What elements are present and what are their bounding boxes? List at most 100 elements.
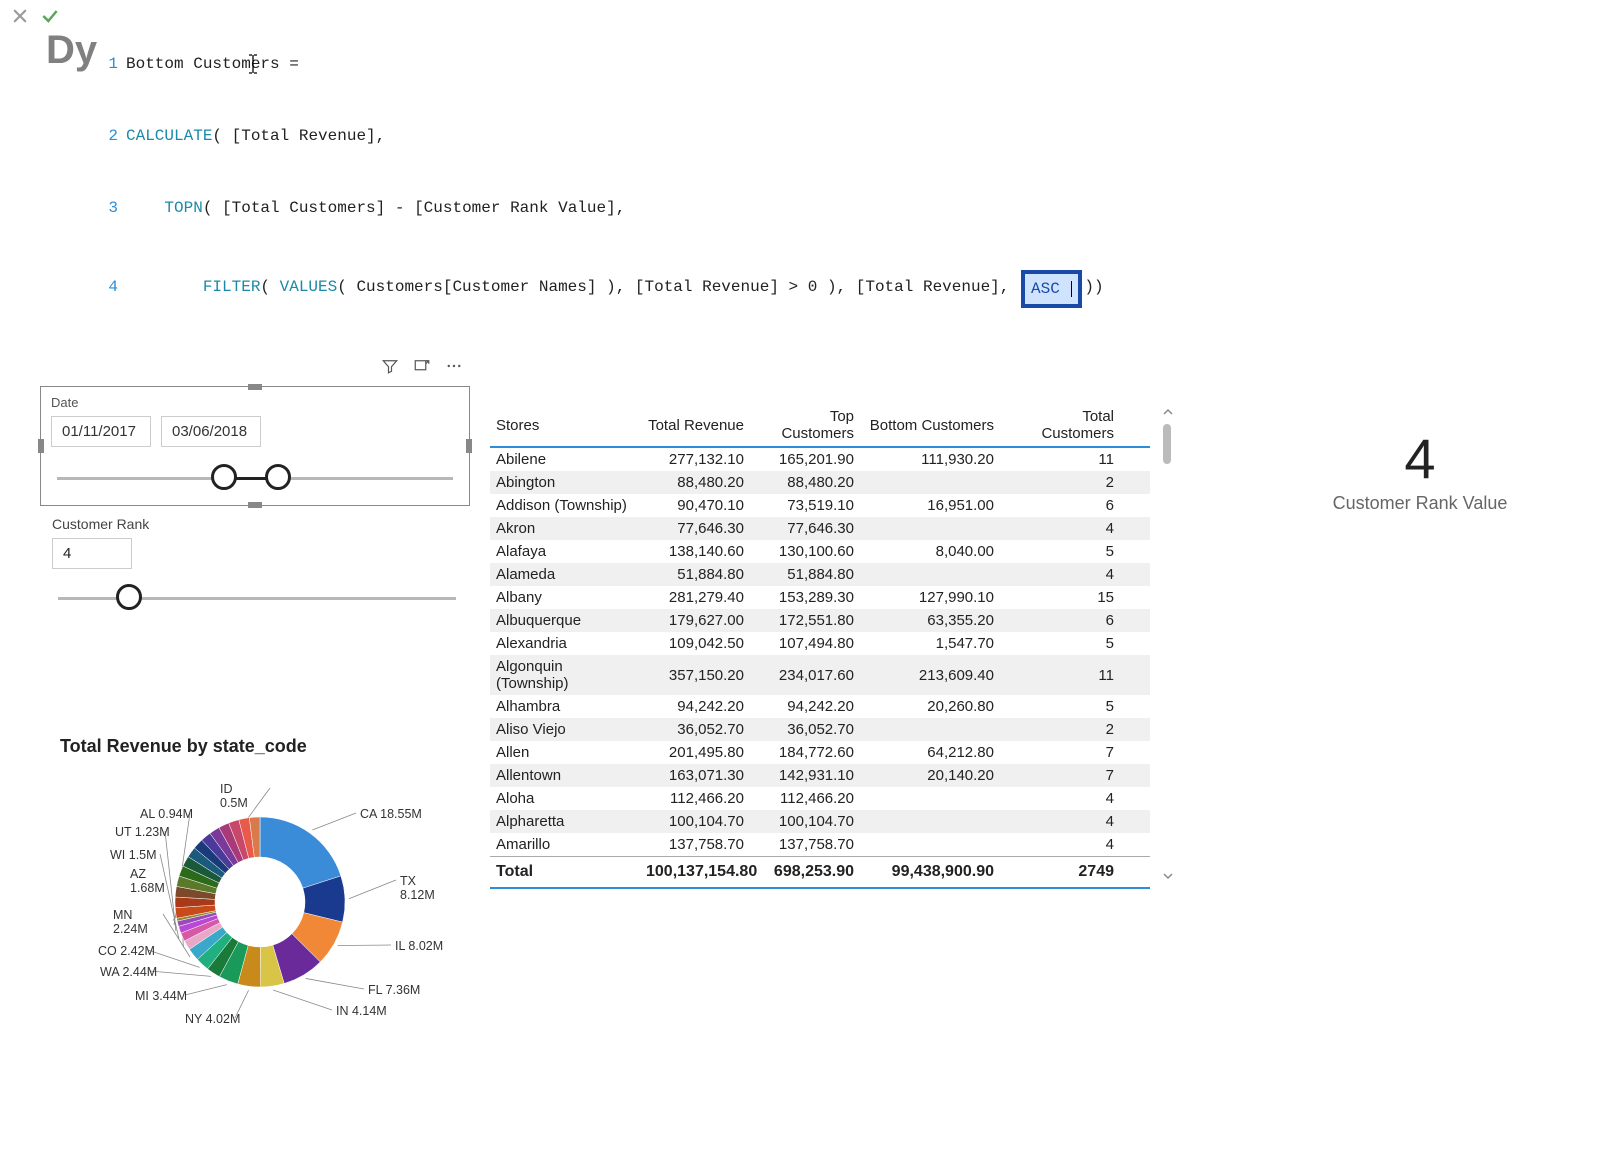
table-cell bbox=[860, 842, 1000, 848]
table-cell: Algonquin (Township) bbox=[490, 655, 640, 695]
rank-slider-handle[interactable] bbox=[116, 584, 142, 610]
table-cell: 6 bbox=[1000, 494, 1120, 517]
filter-icon[interactable] bbox=[381, 357, 399, 378]
date-from-input[interactable]: 01/11/2017 bbox=[51, 416, 151, 447]
table-cell: 184,772.60 bbox=[750, 741, 860, 764]
chart-title: Total Revenue by state_code bbox=[60, 736, 480, 757]
donut-chart-svg[interactable] bbox=[60, 767, 450, 1037]
table-row[interactable]: Algonquin (Township)357,150.20234,017.60… bbox=[490, 655, 1150, 695]
table-cell: 5 bbox=[1000, 540, 1120, 563]
table-cell: 94,242.20 bbox=[640, 695, 750, 718]
table-cell bbox=[860, 526, 1000, 532]
table-cell: Alhambra bbox=[490, 695, 640, 718]
table-total-cell: 100,137,154.80 bbox=[640, 857, 750, 887]
table-cell: 163,071.30 bbox=[640, 764, 750, 787]
table-header-row: StoresTotal RevenueTop CustomersBottom C… bbox=[490, 404, 1150, 448]
table-cell: 15 bbox=[1000, 586, 1120, 609]
table-cell: 277,132.10 bbox=[640, 448, 750, 471]
table-row[interactable]: Addison (Township)90,470.1073,519.1016,9… bbox=[490, 494, 1150, 517]
table-row[interactable]: Albuquerque179,627.00172,551.8063,355.20… bbox=[490, 609, 1150, 632]
table-cell: Allentown bbox=[490, 764, 640, 787]
more-options-icon[interactable] bbox=[445, 357, 463, 378]
table-cell bbox=[860, 480, 1000, 486]
table-cell: 112,466.20 bbox=[640, 787, 750, 810]
rank-slider[interactable] bbox=[52, 581, 462, 621]
table-row[interactable]: Allentown163,071.30142,931.1020,140.207 bbox=[490, 764, 1150, 787]
table-scrollbar[interactable] bbox=[1160, 404, 1176, 884]
table-row[interactable]: Alexandria109,042.50107,494.801,547.705 bbox=[490, 632, 1150, 655]
table-cell: 107,494.80 bbox=[750, 632, 860, 655]
table-row[interactable]: Amarillo137,758.70137,758.704 bbox=[490, 833, 1150, 856]
table-cell: 64,212.80 bbox=[860, 741, 1000, 764]
table-cell bbox=[860, 819, 1000, 825]
table-cell bbox=[860, 796, 1000, 802]
table-cell: Abilene bbox=[490, 448, 640, 471]
slider-handle-to[interactable] bbox=[265, 464, 291, 490]
table-cell: 100,104.70 bbox=[750, 810, 860, 833]
table-row[interactable]: Allen201,495.80184,772.6064,212.807 bbox=[490, 741, 1150, 764]
scroll-up-icon[interactable] bbox=[1160, 404, 1176, 420]
table-row[interactable]: Abington88,480.2088,480.202 bbox=[490, 471, 1150, 494]
table-row[interactable]: Albany281,279.40153,289.30127,990.1015 bbox=[490, 586, 1150, 609]
scrollbar-thumb[interactable] bbox=[1163, 424, 1171, 464]
table-cell: 77,646.30 bbox=[640, 517, 750, 540]
table-cell: 213,609.40 bbox=[860, 664, 1000, 687]
table-cell: Akron bbox=[490, 517, 640, 540]
table-cell: 7 bbox=[1000, 741, 1120, 764]
focus-mode-icon[interactable] bbox=[413, 357, 431, 378]
table-header-cell[interactable]: Stores bbox=[490, 413, 640, 438]
table-cell: 127,990.10 bbox=[860, 586, 1000, 609]
table-cell: 165,201.90 bbox=[750, 448, 860, 471]
table-row[interactable]: Abilene277,132.10165,201.90111,930.2011 bbox=[490, 448, 1150, 471]
cancel-formula-icon[interactable] bbox=[10, 6, 30, 29]
customer-rank-slicer[interactable]: Customer Rank 4 bbox=[52, 516, 462, 621]
stores-table[interactable]: StoresTotal RevenueTop CustomersBottom C… bbox=[490, 404, 1150, 889]
table-cell: 4 bbox=[1000, 833, 1120, 856]
formula-bar: Dy 1Bottom Customers = 2CALCULATE( [Tota… bbox=[0, 0, 1600, 356]
date-to-input[interactable]: 03/06/2018 bbox=[161, 416, 261, 447]
table-cell: 179,627.00 bbox=[640, 609, 750, 632]
table-header-cell[interactable]: Total Customers bbox=[1000, 404, 1120, 446]
rank-value-input[interactable]: 4 bbox=[52, 538, 132, 569]
table-row[interactable]: Alafaya138,140.60130,100.608,040.005 bbox=[490, 540, 1150, 563]
table-cell: 137,758.70 bbox=[750, 833, 860, 856]
table-cell: 11 bbox=[1000, 448, 1120, 471]
table-cell: 8,040.00 bbox=[860, 540, 1000, 563]
dax-editor[interactable]: 1Bottom Customers = 2CALCULATE( [Total R… bbox=[100, 4, 1104, 354]
date-slicer-title: Date bbox=[51, 395, 459, 410]
donut-slice[interactable] bbox=[260, 817, 341, 888]
slider-handle-from[interactable] bbox=[211, 464, 237, 490]
table-cell: 2 bbox=[1000, 718, 1120, 741]
asc-token-highlight: ASC bbox=[1021, 270, 1082, 308]
commit-formula-icon[interactable] bbox=[40, 6, 60, 29]
background-brand: Dy bbox=[46, 28, 97, 73]
table-header-cell[interactable]: Top Customers bbox=[750, 404, 860, 446]
table-cell: 172,551.80 bbox=[750, 609, 860, 632]
table-cell: Alpharetta bbox=[490, 810, 640, 833]
table-row[interactable]: Aloha112,466.20112,466.204 bbox=[490, 787, 1150, 810]
table-cell: 201,495.80 bbox=[640, 741, 750, 764]
table-cell: 4 bbox=[1000, 810, 1120, 833]
table-cell: Alexandria bbox=[490, 632, 640, 655]
table-header-cell[interactable]: Bottom Customers bbox=[860, 413, 1000, 438]
table-cell bbox=[860, 727, 1000, 733]
date-slicer-visual[interactable]: Date 01/11/2017 03/06/2018 bbox=[40, 386, 470, 506]
table-row[interactable]: Alpharetta100,104.70100,104.704 bbox=[490, 810, 1150, 833]
scroll-down-icon[interactable] bbox=[1160, 868, 1176, 884]
table-cell: Alameda bbox=[490, 563, 640, 586]
table-cell: 94,242.20 bbox=[750, 695, 860, 718]
table-row[interactable]: Alameda51,884.8051,884.804 bbox=[490, 563, 1150, 586]
table-cell: Aliso Viejo bbox=[490, 718, 640, 741]
table-row[interactable]: Alhambra94,242.2094,242.2020,260.805 bbox=[490, 695, 1150, 718]
table-cell: 63,355.20 bbox=[860, 609, 1000, 632]
revenue-by-state-chart[interactable]: Total Revenue by state_code CA 18.55MTX8… bbox=[60, 736, 480, 1037]
table-cell: 5 bbox=[1000, 695, 1120, 718]
table-cell: 2 bbox=[1000, 471, 1120, 494]
customer-rank-card[interactable]: 4 Customer Rank Value bbox=[1310, 426, 1530, 514]
table-cell: 111,930.20 bbox=[860, 448, 1000, 471]
table-row[interactable]: Aliso Viejo36,052.7036,052.702 bbox=[490, 718, 1150, 741]
table-cell: 109,042.50 bbox=[640, 632, 750, 655]
table-row[interactable]: Akron77,646.3077,646.304 bbox=[490, 517, 1150, 540]
table-header-cell[interactable]: Total Revenue bbox=[640, 413, 750, 438]
date-range-slider[interactable] bbox=[51, 463, 459, 493]
